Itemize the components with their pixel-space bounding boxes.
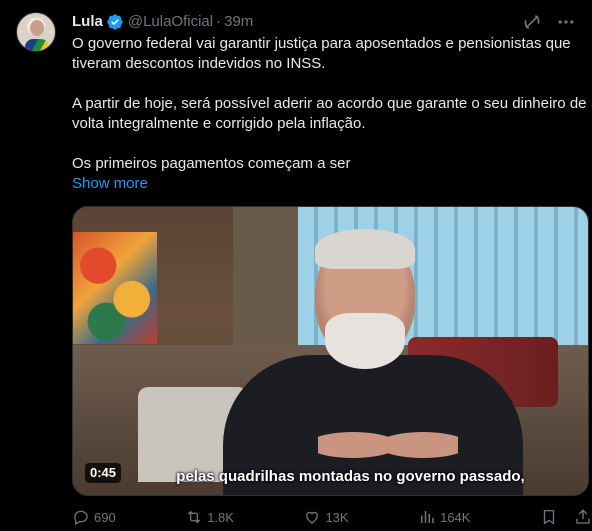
- like-icon: [306, 511, 319, 524]
- verified-badge-icon: [107, 14, 123, 30]
- tweet-text: O governo federal vai garantir justiça p…: [72, 34, 592, 194]
- tweet-body: Lula @LulaOficial · 39m O governo federa…: [72, 12, 590, 531]
- views-count: 164K: [440, 509, 471, 525]
- avatar-sash: [25, 39, 49, 51]
- header-actions: [522, 12, 576, 32]
- video-subtitle: pelas quadrilhas montadas no governo pas…: [176, 468, 525, 485]
- speaker-beard: [325, 313, 405, 369]
- tweet-paragraph: O governo federal vai garantir justiça p…: [72, 35, 571, 72]
- grok-icon[interactable]: [522, 12, 542, 32]
- reply-count: 690: [94, 509, 116, 525]
- speaker-hair: [315, 229, 415, 269]
- tweet-actions: 690 1.8K 13K 164K: [72, 508, 592, 526]
- tweet-header: Lula @LulaOficial · 39m: [72, 12, 576, 32]
- video-player[interactable]: pelas quadrilhas montadas no governo pas…: [72, 206, 589, 496]
- avatar-column: [16, 12, 64, 531]
- repost-button[interactable]: 1.8K: [185, 508, 234, 526]
- video-speaker: [223, 225, 523, 495]
- tweet-actions-right: [540, 508, 592, 526]
- video-painting: [73, 232, 157, 344]
- author-name[interactable]: Lula: [72, 12, 103, 32]
- author-handle[interactable]: @LulaOficial: [128, 12, 213, 32]
- bookmark-icon[interactable]: [540, 508, 558, 526]
- views-button[interactable]: 164K: [418, 508, 470, 526]
- tweet-paragraph: Os primeiros pagamentos começam a ser: [72, 155, 351, 172]
- tweet[interactable]: Lula @LulaOficial · 39m O governo federa…: [0, 0, 592, 531]
- views-icon: [421, 511, 434, 523]
- repost-icon: [188, 510, 201, 524]
- video-duration: 0:45: [85, 463, 122, 483]
- repost-count: 1.8K: [207, 509, 234, 525]
- tweet-paragraph: A partir de hoje, será possível aderir a…: [72, 95, 587, 132]
- more-icon[interactable]: [556, 12, 576, 32]
- reply-button[interactable]: 690: [72, 508, 116, 526]
- tweet-time[interactable]: 39m: [224, 12, 253, 32]
- speaker-hands: [318, 415, 458, 475]
- avatar[interactable]: [16, 12, 56, 52]
- like-count: 13K: [325, 509, 349, 525]
- reply-icon: [74, 510, 88, 526]
- avatar-face: [30, 20, 44, 36]
- separator-dot: ·: [216, 13, 222, 30]
- show-more-link[interactable]: Show more: [72, 174, 148, 194]
- share-icon[interactable]: [574, 508, 592, 526]
- like-button[interactable]: 13K: [303, 508, 349, 526]
